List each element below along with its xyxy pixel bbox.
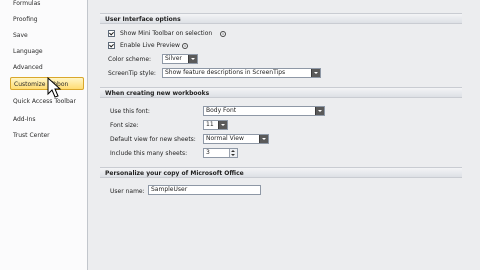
options-sidebar: Formulas Proofing Save Language Advanced…	[0, 0, 88, 270]
sidebar-item-language[interactable]: Language	[13, 45, 43, 58]
chevron-down-icon[interactable]	[311, 69, 320, 77]
options-content	[88, 0, 480, 270]
chevron-down-icon[interactable]	[188, 55, 197, 63]
user-name-value: SampleUser	[151, 186, 188, 193]
sidebar-item-add-ins[interactable]: Add-Ins	[13, 113, 35, 126]
enable-live-preview-label: Enable Live Preview	[120, 42, 180, 49]
default-view-dropdown[interactable]: Normal View	[203, 134, 269, 144]
section-header-personalize: Personalize your copy of Microsoft Offic…	[100, 167, 462, 178]
chevron-down-icon[interactable]	[218, 121, 227, 129]
enable-live-preview-checkbox[interactable]	[108, 42, 115, 49]
font-size-dropdown[interactable]: 11	[203, 120, 228, 130]
section-header-new-workbooks: When creating new workbooks	[100, 87, 462, 98]
screentip-style-dropdown[interactable]: Show feature descriptions in ScreenTips	[162, 68, 321, 78]
default-view-label: Default view for new sheets:	[110, 136, 196, 143]
sidebar-item-proofing[interactable]: Proofing	[13, 13, 38, 26]
default-view-value: Normal View	[206, 135, 244, 142]
sheets-count-value: 3	[206, 149, 210, 156]
font-size-value: 11	[206, 121, 214, 128]
user-name-label: User name:	[110, 188, 145, 195]
sheets-count-spinner[interactable]: 3	[203, 148, 238, 158]
color-scheme-value: Silver	[165, 55, 182, 62]
user-name-input[interactable]: SampleUser	[148, 185, 261, 195]
sidebar-item-formulas[interactable]: Formulas	[13, 0, 40, 10]
font-label: Use this font:	[110, 108, 150, 115]
sidebar-item-advanced[interactable]: Advanced	[13, 61, 43, 74]
mouse-pointer-icon	[47, 77, 62, 98]
color-scheme-dropdown[interactable]: Silver	[162, 54, 198, 64]
sidebar-item-quick-access-toolbar[interactable]: Quick Access Toolbar	[13, 95, 76, 108]
show-mini-toolbar-checkbox[interactable]	[108, 30, 115, 37]
section-header-user-interface: User Interface options	[100, 13, 462, 24]
spinner-arrows-icon[interactable]	[229, 149, 237, 157]
chevron-down-icon[interactable]	[315, 107, 324, 115]
font-dropdown[interactable]: Body Font	[203, 106, 325, 116]
chevron-down-icon[interactable]	[259, 135, 268, 143]
sidebar-item-trust-center[interactable]: Trust Center	[13, 129, 50, 142]
info-icon: i	[182, 43, 188, 49]
font-size-label: Font size:	[110, 122, 139, 129]
show-mini-toolbar-label: Show Mini Toolbar on selection	[120, 30, 213, 37]
font-value: Body Font	[206, 107, 237, 114]
sheets-count-label: Include this many sheets:	[110, 150, 188, 157]
info-icon: i	[220, 31, 226, 37]
screentip-style-value: Show feature descriptions in ScreenTips	[165, 69, 286, 76]
sidebar-item-save[interactable]: Save	[13, 29, 28, 42]
color-scheme-label: Color scheme:	[108, 56, 152, 63]
screentip-style-label: ScreenTip style:	[108, 70, 156, 77]
